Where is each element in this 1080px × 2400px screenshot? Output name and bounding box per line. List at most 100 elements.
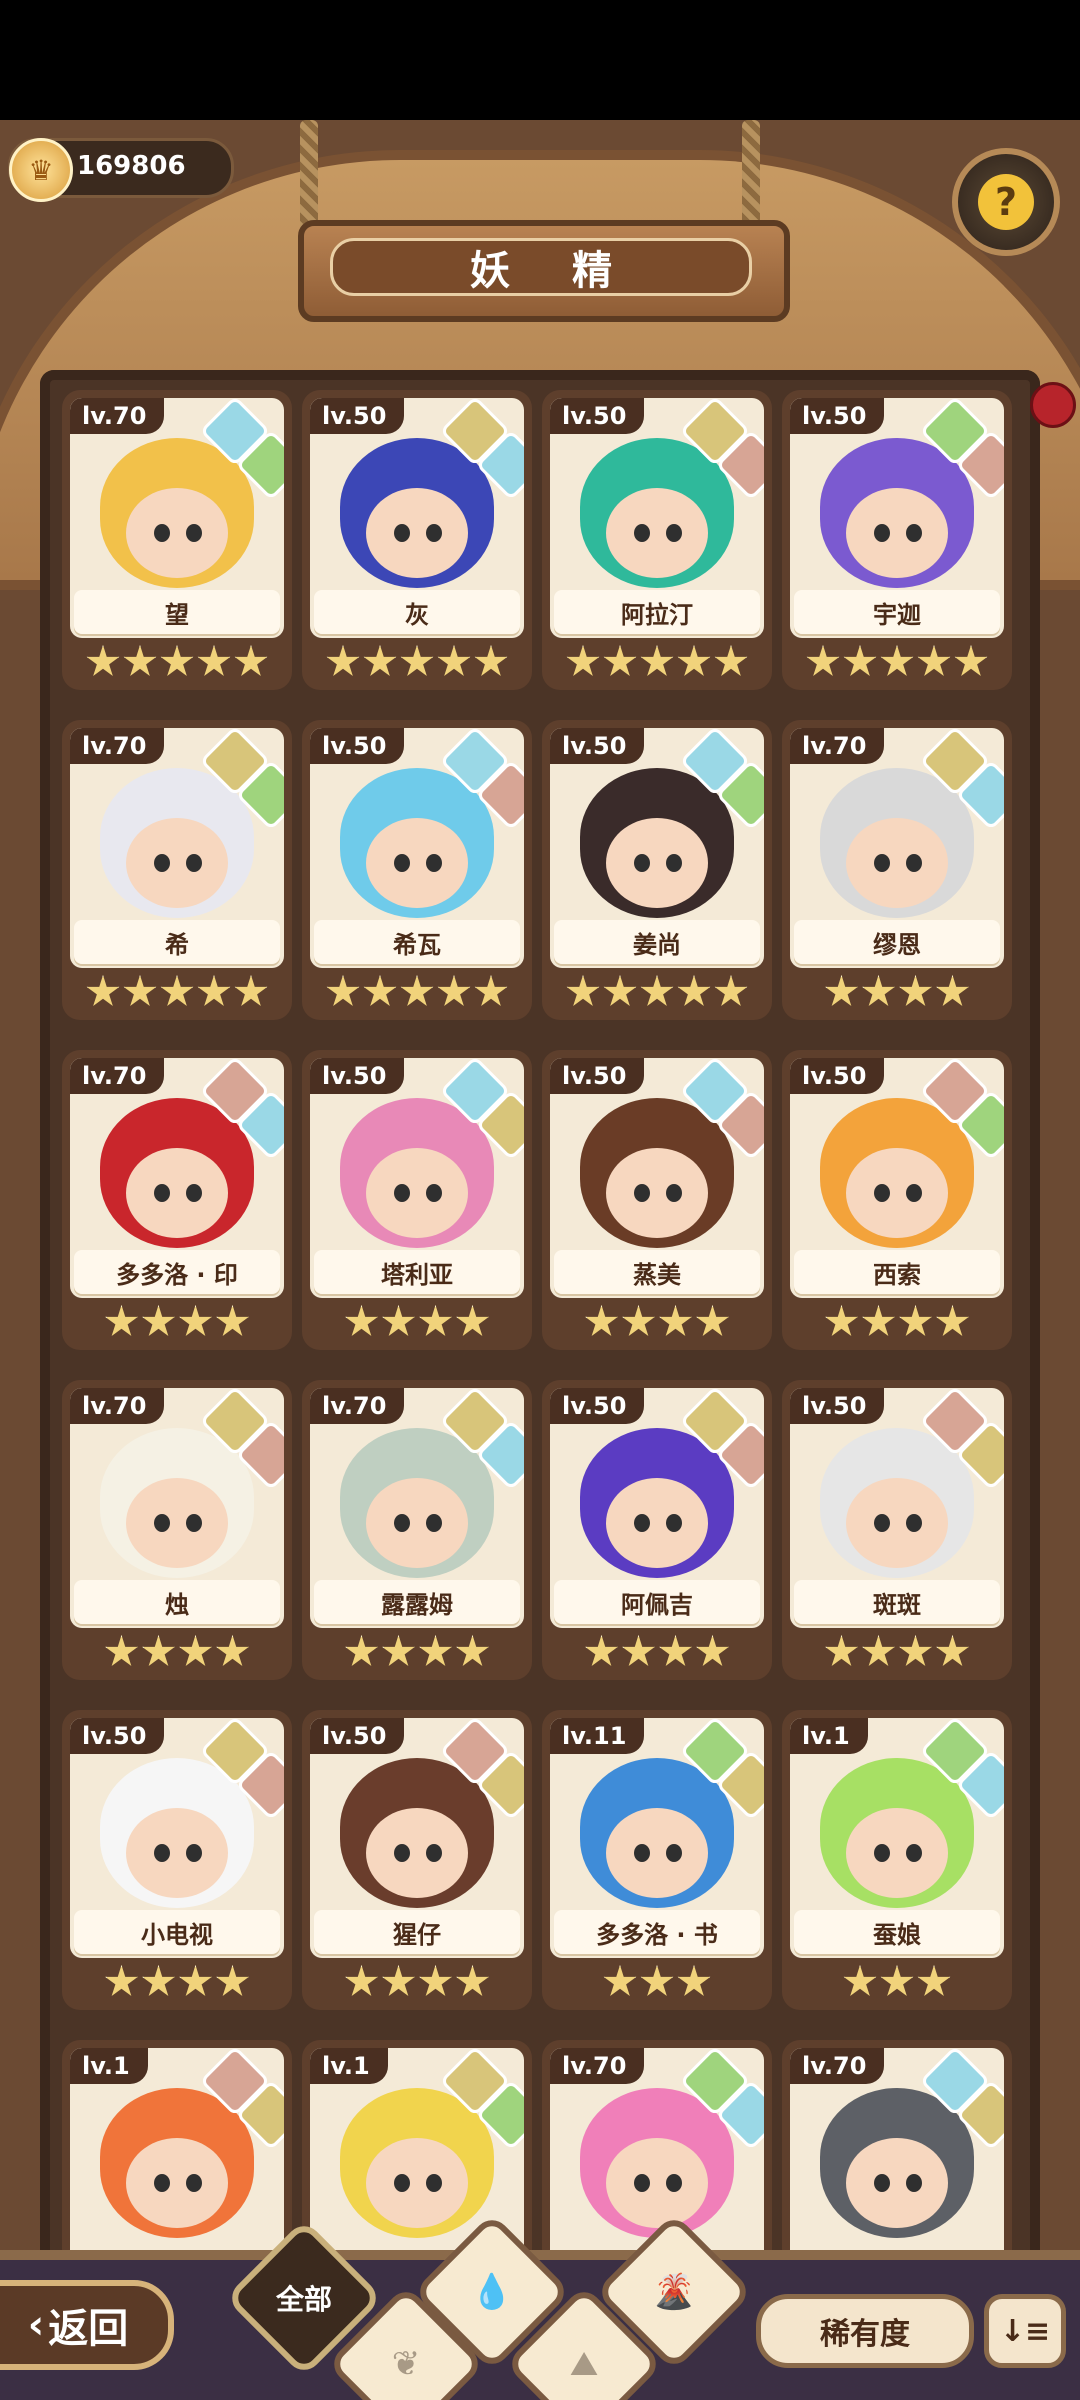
star-icon bbox=[585, 1305, 618, 1336]
fairy-eye-left bbox=[874, 854, 890, 872]
level-badge: lv.70 bbox=[70, 398, 165, 434]
star-rating bbox=[302, 1632, 532, 1672]
fairy-eye-right bbox=[906, 524, 922, 542]
fairy-card[interactable]: lv.50 小电视 bbox=[62, 1710, 292, 2010]
star-icon bbox=[326, 645, 360, 676]
star-icon bbox=[899, 1635, 932, 1666]
level-badge: lv.50 bbox=[310, 1058, 405, 1094]
star-icon bbox=[585, 1635, 618, 1666]
star-icon bbox=[714, 645, 748, 676]
ladybug-badge-icon[interactable] bbox=[1030, 382, 1076, 428]
star-icon bbox=[843, 645, 877, 676]
star-icon bbox=[456, 1635, 489, 1666]
fairy-eye-right bbox=[666, 854, 682, 872]
fairy-card[interactable]: lv.50 希瓦 bbox=[302, 720, 532, 1020]
star-icon bbox=[603, 645, 637, 676]
fairy-eye-right bbox=[186, 1184, 202, 1202]
star-icon bbox=[880, 1965, 914, 1996]
star-icon bbox=[326, 975, 360, 1006]
fairy-face bbox=[126, 1808, 228, 1898]
fairy-card[interactable]: lv.50 西索 bbox=[782, 1050, 1012, 1350]
fairy-card[interactable]: lv.1 蚕娘 bbox=[782, 1710, 1012, 2010]
star-icon bbox=[123, 975, 157, 1006]
fairy-card-paper: lv.50 灰 bbox=[310, 398, 524, 638]
star-icon bbox=[419, 1965, 452, 1996]
star-icon bbox=[640, 975, 674, 1006]
star-icon bbox=[179, 1635, 212, 1666]
star-rating bbox=[542, 1962, 772, 2002]
star-icon bbox=[954, 645, 988, 676]
star-icon bbox=[123, 645, 157, 676]
level-badge: lv.50 bbox=[310, 398, 405, 434]
fairy-card[interactable]: lv.70 望 bbox=[62, 390, 292, 690]
fairy-eye-right bbox=[666, 1844, 682, 1862]
fairy-eye-left bbox=[874, 524, 890, 542]
fairy-card[interactable]: lv.50 阿拉汀 bbox=[542, 390, 772, 690]
fairy-eye-right bbox=[906, 2174, 922, 2192]
currency-counter: ♛ 169806 bbox=[8, 138, 234, 202]
fairy-card[interactable]: lv.11 多多洛 · 书 bbox=[542, 1710, 772, 2010]
fairy-card[interactable]: lv.50 猩仔 bbox=[302, 1710, 532, 2010]
help-button[interactable]: ? bbox=[952, 148, 1060, 256]
sort-rarity-button[interactable]: 稀有度 bbox=[756, 2294, 974, 2368]
fairy-card[interactable]: lv.70 希 bbox=[62, 720, 292, 1020]
level-badge: lv.50 bbox=[310, 728, 405, 764]
star-icon bbox=[622, 1305, 655, 1336]
fairy-face bbox=[846, 818, 948, 908]
fairy-card-paper: lv.50 蒸美 bbox=[550, 1058, 764, 1298]
star-rating bbox=[302, 642, 532, 682]
star-rating bbox=[62, 972, 292, 1012]
fairy-card[interactable]: lv.50 斑斑 bbox=[782, 1380, 1012, 1680]
fairy-eye-right bbox=[426, 1184, 442, 1202]
fairy-card[interactable]: lv.50 灰 bbox=[302, 390, 532, 690]
star-icon bbox=[936, 1305, 969, 1336]
fairy-eye-left bbox=[154, 1184, 170, 1202]
star-icon bbox=[677, 975, 711, 1006]
fairy-eye-left bbox=[154, 2174, 170, 2192]
fairy-card-paper: lv.70 烛 bbox=[70, 1388, 284, 1628]
fairy-face bbox=[846, 2138, 948, 2228]
fairy-eye-right bbox=[426, 2174, 442, 2192]
fairy-eye-left bbox=[394, 1184, 410, 1202]
fairy-card[interactable]: lv.70 缪恩 bbox=[782, 720, 1012, 1020]
star-icon bbox=[216, 1965, 249, 1996]
star-icon bbox=[566, 975, 600, 1006]
star-icon bbox=[345, 1965, 378, 1996]
fairy-face bbox=[606, 1478, 708, 1568]
fairy-face bbox=[846, 1478, 948, 1568]
fairy-eye-right bbox=[906, 1844, 922, 1862]
level-badge: lv.1 bbox=[310, 2048, 388, 2084]
fairy-card-paper: lv.50 宇迦 bbox=[790, 398, 1004, 638]
level-badge: lv.1 bbox=[70, 2048, 148, 2084]
star-rating bbox=[542, 1632, 772, 1672]
fairy-card[interactable]: lv.70 烛 bbox=[62, 1380, 292, 1680]
back-button[interactable]: ‹ 返回 bbox=[0, 2280, 174, 2370]
star-icon bbox=[419, 1635, 452, 1666]
fairy-card-paper: lv.50 姜尚 bbox=[550, 728, 764, 968]
star-icon bbox=[862, 1635, 895, 1666]
star-icon bbox=[179, 1305, 212, 1336]
fairy-card[interactable]: lv.70 露露姆 bbox=[302, 1380, 532, 1680]
fairy-name: 灰 bbox=[314, 590, 520, 634]
sort-order-button[interactable]: ↓≡ bbox=[984, 2294, 1066, 2368]
star-rating bbox=[302, 972, 532, 1012]
fairy-card[interactable]: lv.70 多多洛 · 印 bbox=[62, 1050, 292, 1350]
fairy-eye-left bbox=[154, 1844, 170, 1862]
fairy-card-paper: lv.50 希瓦 bbox=[310, 728, 524, 968]
fairy-eye-left bbox=[634, 1184, 650, 1202]
mountain-icon: ⛰ bbox=[569, 2344, 599, 2384]
star-icon bbox=[456, 1965, 489, 1996]
star-icon bbox=[566, 645, 600, 676]
fairy-card[interactable]: lv.50 塔利亚 bbox=[302, 1050, 532, 1350]
question-icon: ? bbox=[978, 174, 1034, 230]
fairy-eye-left bbox=[394, 1844, 410, 1862]
fairy-name: 希瓦 bbox=[314, 920, 520, 964]
level-badge: lv.11 bbox=[550, 1718, 645, 1754]
fairy-card[interactable]: lv.50 蒸美 bbox=[542, 1050, 772, 1350]
star-icon bbox=[419, 1305, 452, 1336]
fairy-eye-left bbox=[154, 854, 170, 872]
fairy-card[interactable]: lv.50 阿佩吉 bbox=[542, 1380, 772, 1680]
star-icon bbox=[363, 645, 397, 676]
fairy-card[interactable]: lv.50 姜尚 bbox=[542, 720, 772, 1020]
fairy-card[interactable]: lv.50 宇迦 bbox=[782, 390, 1012, 690]
